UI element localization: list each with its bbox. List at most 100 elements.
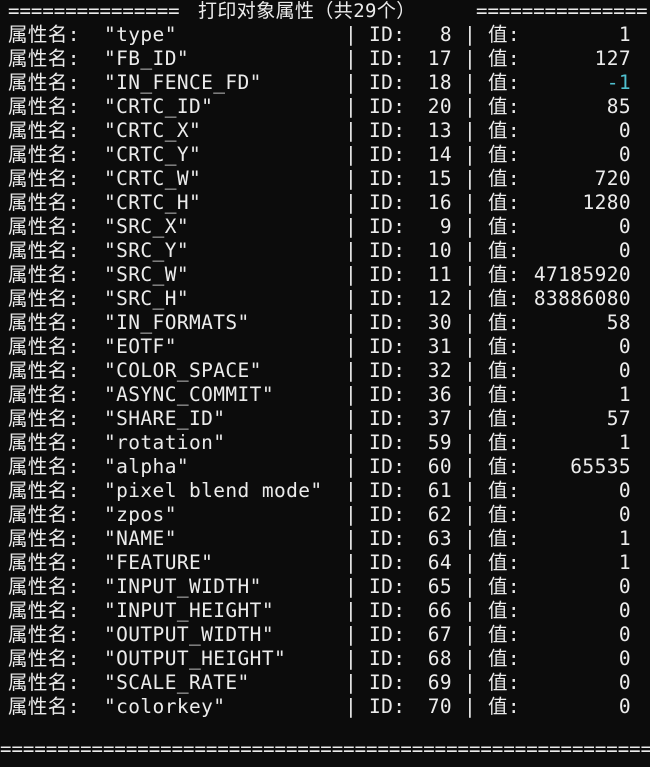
property-row: 属性名: "IN_FORMATS" | ID: 30 | 值: 58 bbox=[0, 311, 650, 335]
property-id: 36 bbox=[427, 383, 452, 406]
property-id: 9 bbox=[439, 215, 452, 238]
property-label: 属性名: bbox=[8, 623, 80, 646]
property-row: 属性名: "CRTC_ID" | ID: 20 | 值: 85 bbox=[0, 95, 650, 119]
column-separator: | bbox=[345, 95, 358, 118]
property-row: 属性名: "colorkey" | ID: 70 | 值: 0 bbox=[0, 695, 650, 719]
value-label: 值: bbox=[488, 695, 521, 718]
value-label: 值: bbox=[488, 23, 521, 46]
id-label: ID: bbox=[369, 455, 406, 478]
value-label: 值: bbox=[488, 167, 521, 190]
id-label: ID: bbox=[369, 695, 406, 718]
id-label: ID: bbox=[369, 215, 406, 238]
property-id: 11 bbox=[427, 263, 452, 286]
property-value: 1280 bbox=[582, 191, 631, 214]
property-id: 70 bbox=[427, 695, 452, 718]
column-separator: | bbox=[345, 671, 358, 694]
column-separator: | bbox=[345, 431, 358, 454]
property-row: 属性名: "OUTPUT_HEIGHT" | ID: 68 | 值: 0 bbox=[0, 647, 650, 671]
property-id: 10 bbox=[427, 239, 452, 262]
column-separator: | bbox=[464, 407, 477, 430]
property-name: "SRC_Y" bbox=[104, 239, 189, 262]
column-separator: | bbox=[345, 599, 358, 622]
terminal-output: =============== 打印对象属性（共29个） ===========… bbox=[0, 0, 650, 767]
page-title: 打印对象属性（共29个） bbox=[198, 0, 416, 22]
property-row: 属性名: "SCALE_RATE" | ID: 69 | 值: 0 bbox=[0, 671, 650, 695]
column-separator: | bbox=[464, 479, 477, 502]
property-value: 127 bbox=[594, 47, 631, 70]
property-row: 属性名: "CRTC_W" | ID: 15 | 值: 720 bbox=[0, 167, 650, 191]
property-value: 1 bbox=[618, 23, 631, 46]
property-value: 0 bbox=[618, 647, 631, 670]
id-label: ID: bbox=[369, 287, 406, 310]
column-separator: | bbox=[464, 623, 477, 646]
id-label: ID: bbox=[369, 191, 406, 214]
column-separator: | bbox=[464, 503, 477, 526]
property-label: 属性名: bbox=[8, 359, 80, 382]
column-separator: | bbox=[464, 431, 477, 454]
value-label: 值: bbox=[488, 671, 521, 694]
column-separator: | bbox=[345, 551, 358, 574]
property-label: 属性名: bbox=[8, 407, 80, 430]
property-id: 32 bbox=[427, 359, 452, 382]
column-separator: | bbox=[345, 623, 358, 646]
property-id: 62 bbox=[427, 503, 452, 526]
column-separator: | bbox=[345, 119, 358, 142]
column-separator: | bbox=[345, 263, 358, 286]
value-label: 值: bbox=[488, 335, 521, 358]
property-name: "CRTC_H" bbox=[104, 191, 202, 214]
column-separator: | bbox=[464, 95, 477, 118]
property-value: 0 bbox=[618, 671, 631, 694]
property-name: "CRTC_W" bbox=[104, 167, 202, 190]
value-label: 值: bbox=[488, 383, 521, 406]
property-id: 31 bbox=[427, 335, 452, 358]
property-row: 属性名: "type" | ID: 8 | 值: 1 bbox=[0, 23, 650, 47]
id-label: ID: bbox=[369, 575, 406, 598]
column-separator: | bbox=[464, 599, 477, 622]
property-value: 83886080 bbox=[533, 287, 631, 310]
id-label: ID: bbox=[369, 599, 406, 622]
column-separator: | bbox=[464, 695, 477, 718]
value-label: 值: bbox=[488, 239, 521, 262]
id-label: ID: bbox=[369, 647, 406, 670]
property-name: "type" bbox=[104, 23, 177, 46]
property-id: 59 bbox=[427, 431, 452, 454]
property-name: "OUTPUT_WIDTH" bbox=[104, 623, 274, 646]
property-label: 属性名: bbox=[8, 287, 80, 310]
property-id: 37 bbox=[427, 407, 452, 430]
id-label: ID: bbox=[369, 503, 406, 526]
column-separator: | bbox=[464, 335, 477, 358]
property-value: 1 bbox=[618, 383, 631, 406]
property-value: 0 bbox=[618, 479, 631, 502]
column-separator: | bbox=[345, 527, 358, 550]
property-value: 57 bbox=[606, 407, 631, 430]
property-id: 67 bbox=[427, 623, 452, 646]
property-value: 0 bbox=[618, 503, 631, 526]
property-name: "INPUT_HEIGHT" bbox=[104, 599, 274, 622]
property-name: "CRTC_ID" bbox=[104, 95, 214, 118]
value-label: 值: bbox=[488, 119, 521, 142]
id-label: ID: bbox=[369, 47, 406, 70]
property-label: 属性名: bbox=[8, 215, 80, 238]
property-label: 属性名: bbox=[8, 167, 80, 190]
column-separator: | bbox=[345, 71, 358, 94]
property-row: 属性名: "SRC_H" | ID: 12 | 值: 83886080 bbox=[0, 287, 650, 311]
property-id: 13 bbox=[427, 119, 452, 142]
column-separator: | bbox=[345, 143, 358, 166]
property-row: 属性名: "zpos" | ID: 62 | 值: 0 bbox=[0, 503, 650, 527]
column-separator: | bbox=[345, 503, 358, 526]
property-id: 68 bbox=[427, 647, 452, 670]
property-name: "OUTPUT_HEIGHT" bbox=[104, 647, 287, 670]
property-label: 属性名: bbox=[8, 599, 80, 622]
value-label: 值: bbox=[488, 551, 521, 574]
property-label: 属性名: bbox=[8, 647, 80, 670]
property-name: "SHARE_ID" bbox=[104, 407, 226, 430]
property-row: 属性名: "FB_ID" | ID: 17 | 值: 127 bbox=[0, 47, 650, 71]
property-value: 0 bbox=[618, 575, 631, 598]
value-label: 值: bbox=[488, 359, 521, 382]
value-label: 值: bbox=[488, 287, 521, 310]
value-label: 值: bbox=[488, 407, 521, 430]
property-row: 属性名: "alpha" | ID: 60 | 值: 65535 bbox=[0, 455, 650, 479]
id-label: ID: bbox=[369, 263, 406, 286]
property-label: 属性名: bbox=[8, 671, 80, 694]
property-value: 0 bbox=[618, 143, 631, 166]
